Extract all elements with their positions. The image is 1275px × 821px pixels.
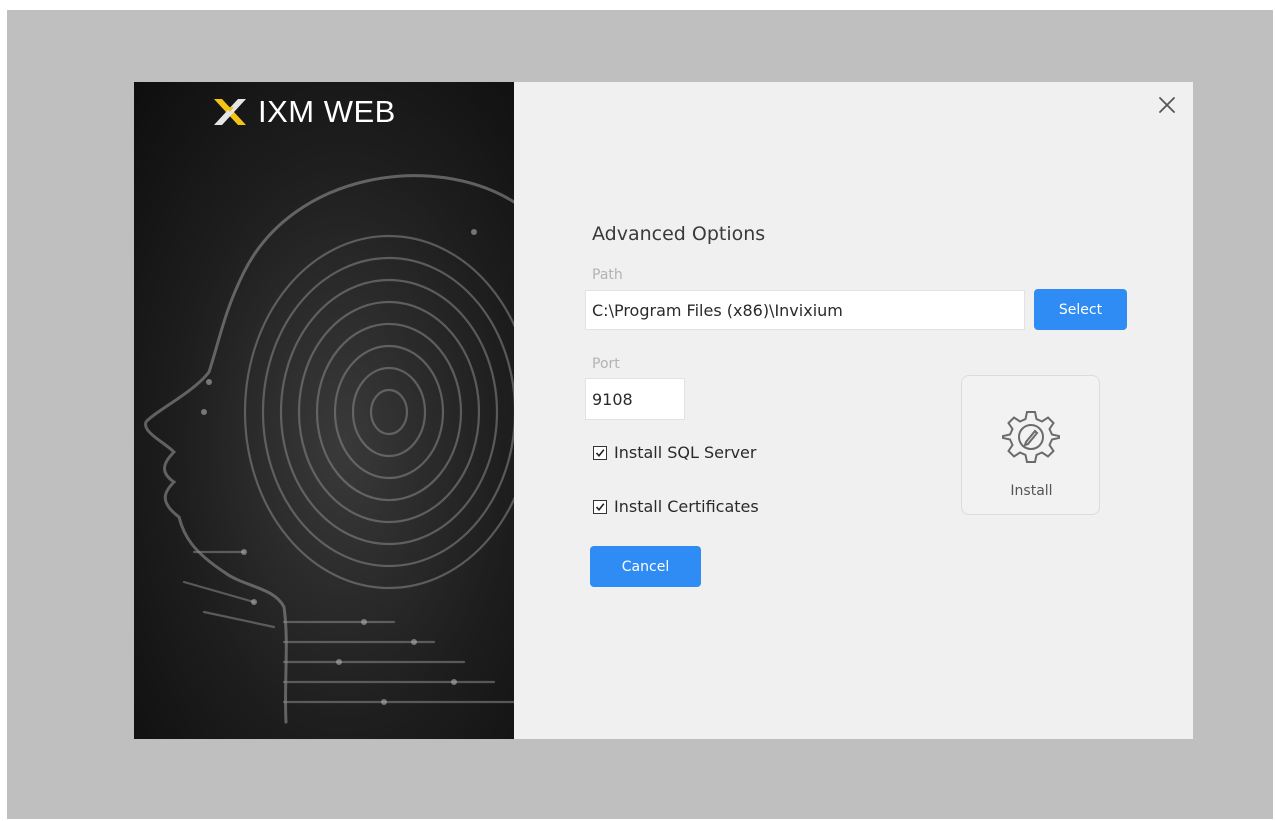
checkmark-icon (595, 448, 605, 457)
installer-dialog: IXM WEB Advanced Options Path Select Por… (134, 82, 1193, 739)
section-title: Advanced Options (592, 223, 766, 245)
gear-icon (1002, 411, 1060, 463)
install-sql-server-option[interactable]: Install SQL Server (593, 443, 756, 462)
install-certificates-option[interactable]: Install Certificates (593, 497, 759, 516)
face-fingerprint-illustration (144, 174, 514, 724)
close-icon (1159, 97, 1175, 113)
select-button[interactable]: Select (1034, 289, 1127, 330)
install-certificates-checkbox[interactable] (593, 499, 607, 514)
install-button[interactable]: Install (961, 375, 1100, 515)
brand-panel: IXM WEB (134, 82, 514, 739)
install-sql-server-label: Install SQL Server (614, 443, 757, 462)
app-logo: IXM WEB (212, 94, 396, 130)
checkmark-icon (595, 502, 605, 511)
port-label: Port (592, 356, 620, 372)
path-label: Path (592, 267, 623, 283)
install-sql-server-checkbox[interactable] (593, 445, 607, 460)
app-title: IXM WEB (258, 94, 396, 129)
ixm-logo-icon (214, 99, 246, 125)
install-label: Install (1010, 483, 1053, 499)
close-button[interactable] (1150, 88, 1184, 122)
install-certificates-label: Install Certificates (614, 497, 759, 516)
cancel-button[interactable]: Cancel (590, 546, 701, 587)
path-input[interactable] (585, 290, 1025, 330)
port-input[interactable] (585, 378, 685, 420)
